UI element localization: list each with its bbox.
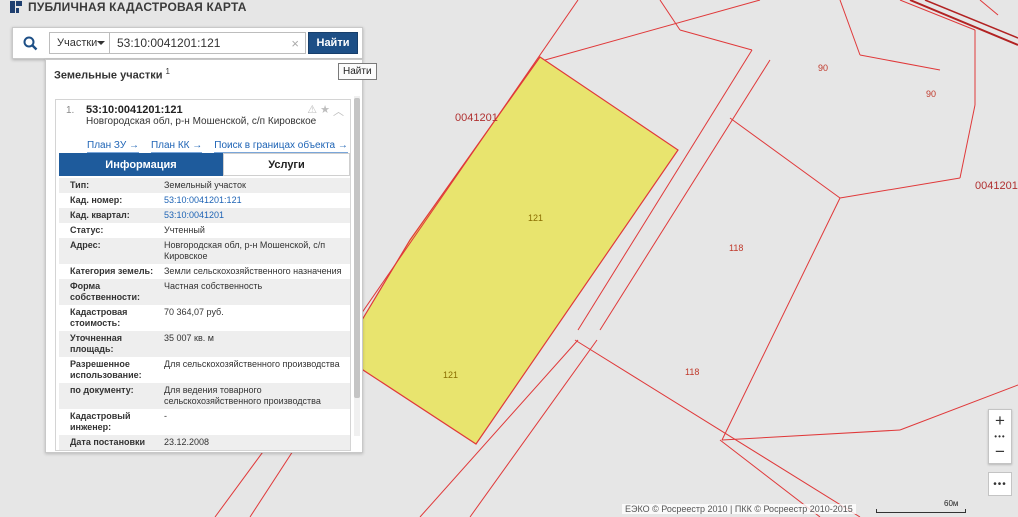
attribute-row: Кадастровый инженер: - bbox=[59, 409, 350, 435]
warning-icon[interactable]: ⚠ bbox=[307, 103, 317, 119]
copyright-text: ЕЭКО © Росреестр 2010 | ПКК © Росреестр … bbox=[622, 504, 856, 514]
result-card: 1. 53:10:0041201:121 Новгородская обл, р… bbox=[55, 99, 351, 451]
search-scope-label: Участки bbox=[57, 37, 98, 49]
attribute-label: Уточненная площадь: bbox=[70, 333, 122, 354]
search-icon[interactable] bbox=[13, 28, 47, 58]
scrollbar-thumb[interactable] bbox=[354, 98, 360, 398]
clear-icon[interactable]: × bbox=[291, 36, 299, 51]
attribute-value[interactable]: 53:10:0041201 bbox=[154, 210, 350, 221]
card-actions: ⚠ ★ ︿ bbox=[307, 103, 344, 119]
attribute-row: Тип: Земельный участок bbox=[59, 178, 350, 193]
attribute-table: Тип: Земельный участок Кад. номер: 53:10:00… bbox=[59, 178, 350, 450]
result-count: 1 bbox=[165, 67, 170, 76]
search-bar: Участки × Найти bbox=[12, 27, 363, 59]
attribute-value: Земельный участок bbox=[164, 180, 246, 190]
search-input-container: × bbox=[110, 32, 306, 54]
attribute-label: Категория земель: bbox=[70, 266, 154, 276]
result-links: План ЗУ → План КК → Поиск в границах объ… bbox=[87, 140, 348, 153]
zoom-levels-button[interactable]: ••• bbox=[989, 432, 1011, 441]
attribute-value: Для сельскохозяйственного производства bbox=[164, 359, 340, 369]
app-title: ПУБЛИЧНАЯ КАДАСТРОВАЯ КАРТА bbox=[28, 0, 247, 14]
map-label-quarter: 0041201 bbox=[455, 112, 498, 124]
chevron-down-icon bbox=[97, 41, 106, 45]
map-label-plot: 118 bbox=[729, 243, 744, 253]
find-tooltip: Найти bbox=[338, 63, 377, 80]
panel-title: Земельные участки 1 bbox=[54, 67, 170, 82]
find-button[interactable]: Найти bbox=[308, 32, 358, 54]
attribute-row: Категория земель: Земли сельскохозяйствен… bbox=[59, 264, 350, 279]
selected-parcel bbox=[359, 56, 679, 445]
attribute-row: Кад. квартал: 53:10:0041201 bbox=[59, 208, 350, 223]
attribute-row: Кадастровая стоимость: 70 364,07 руб. bbox=[59, 305, 350, 331]
attribute-value: Земли сельскохозяйственного назначения bbox=[164, 266, 342, 276]
map-label-plot: 121 bbox=[443, 370, 459, 380]
attribute-value: - bbox=[164, 411, 167, 421]
tab-information[interactable]: Информация bbox=[59, 153, 223, 176]
map-label-plot: 118 bbox=[685, 367, 700, 377]
panel-title-text: Земельные участки bbox=[54, 69, 163, 82]
map-label-quarter: 0041201 bbox=[975, 180, 1018, 192]
zoom-in-button[interactable]: + bbox=[989, 410, 1011, 432]
attribute-row: Статус: Учтенный bbox=[59, 223, 350, 238]
results-panel: Земельные участки 1 1. 53:10:0041201:121… bbox=[45, 59, 363, 453]
attribute-value[interactable]: 53:10:0041201:121 bbox=[154, 195, 350, 206]
attribute-row: Кад. номер: 53:10:0041201:121 bbox=[59, 193, 350, 208]
result-tabs: Информация Услуги bbox=[59, 153, 350, 176]
panel-scrollbar[interactable] bbox=[354, 96, 360, 436]
app-header: ПУБЛИЧНАЯ КАДАСТРОВАЯ КАРТА bbox=[10, 0, 247, 14]
attribute-row: Адрес: Новгородская обл, р-н Мошенской, с… bbox=[59, 238, 350, 264]
attribute-value: 35 007 кв. м bbox=[164, 333, 214, 343]
tab-services[interactable]: Услуги bbox=[223, 153, 350, 176]
attribute-label: Дата постановки на учет: bbox=[70, 437, 146, 450]
map-label-plot: 90 bbox=[926, 89, 937, 99]
attribute-label: Адрес: bbox=[70, 240, 101, 250]
star-icon[interactable]: ★ bbox=[320, 103, 330, 119]
attribute-label: по документу: bbox=[70, 385, 134, 395]
search-scope-dropdown[interactable]: Участки bbox=[49, 32, 110, 54]
chevron-up-icon[interactable]: ︿ bbox=[333, 103, 344, 119]
scale-label: 60м bbox=[944, 499, 959, 508]
attribute-row: Разрешенное использование: Для сельскохоз… bbox=[59, 357, 350, 383]
attribute-label: Кадастровый инженер: bbox=[70, 411, 131, 432]
zoom-out-button[interactable]: − bbox=[989, 441, 1011, 463]
attribute-row: Дата постановки на учет: 23.12.2008 bbox=[59, 435, 350, 450]
attribute-value: Частная собственность bbox=[164, 281, 263, 291]
attribute-value: 23.12.2008 bbox=[164, 437, 210, 447]
attribute-label: Кадастровая стоимость: bbox=[70, 307, 128, 328]
attribute-row: Уточненная площадь: 35 007 кв. м bbox=[59, 331, 350, 357]
attribute-label: Разрешенное использование: bbox=[70, 359, 142, 380]
result-index: 1. bbox=[66, 105, 75, 116]
search-in-bounds-link[interactable]: Поиск в границах объекта → bbox=[214, 140, 348, 153]
plan-zu-link[interactable]: План ЗУ → bbox=[87, 140, 139, 153]
result-cadastral-number[interactable]: 53:10:0041201:121 bbox=[86, 104, 183, 116]
scale-bar bbox=[876, 509, 966, 513]
map-label-plot: 121 bbox=[528, 213, 544, 223]
attribute-label: Статус: bbox=[70, 225, 104, 235]
attribute-label: Форма собственности: bbox=[70, 281, 140, 302]
zoom-control: + ••• − bbox=[988, 409, 1012, 464]
attribute-value: Новгородская обл, р-н Мошенской, с/п Кир… bbox=[164, 240, 326, 261]
attribute-label: Тип: bbox=[70, 180, 90, 190]
attribute-value: Для ведения товарного сельскохозяйственн… bbox=[164, 385, 321, 406]
attribute-label: Кад. квартал: bbox=[70, 210, 130, 220]
map-label-plot: 90 bbox=[818, 63, 829, 73]
search-input[interactable] bbox=[117, 36, 282, 50]
more-options-button[interactable]: ••• bbox=[988, 472, 1012, 496]
plan-kk-link[interactable]: План КК → bbox=[150, 140, 203, 153]
attribute-label: Кад. номер: bbox=[70, 195, 123, 205]
attribute-row: по документу: Для ведения товарного сельс… bbox=[59, 383, 350, 409]
result-address: Новгородская обл, р-н Мошенской, с/п Кир… bbox=[86, 116, 317, 127]
attribute-value: Учтенный bbox=[164, 225, 205, 235]
rosreestr-logo-icon bbox=[10, 1, 22, 13]
attribute-row: Форма собственности: Частная собственност… bbox=[59, 279, 350, 305]
attribute-value: 70 364,07 руб. bbox=[164, 307, 224, 317]
